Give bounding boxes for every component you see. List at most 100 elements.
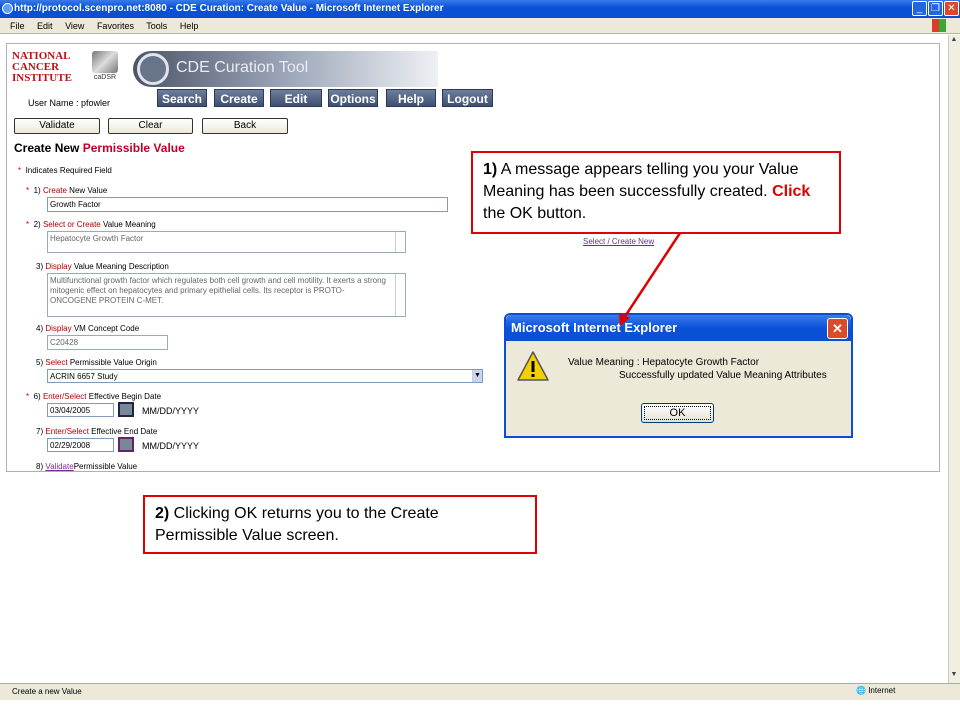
menu-view[interactable]: View [65, 21, 84, 31]
nav-help-button[interactable]: Help [386, 89, 436, 107]
callout-1-text-end: the OK button. [483, 205, 587, 222]
dialog-close-button[interactable]: ✕ [827, 318, 848, 339]
window-title-bar: http://protocol.scenpro.net:8080 - CDE C… [0, 0, 960, 18]
nav-search-button[interactable]: Search [157, 89, 207, 107]
nci-logo-line: INSTITUTE [12, 72, 72, 84]
callout-2-text: Clicking OK returns you to the Create Pe… [155, 505, 439, 544]
menu-edit[interactable]: Edit [37, 21, 53, 31]
field-4-label: 4) Display VM Concept Code [36, 324, 139, 333]
field-1-label-text: New Value [66, 186, 108, 195]
page-title-prefix: Create New [14, 141, 80, 155]
textarea-scrollbar[interactable] [395, 274, 405, 316]
textarea-scrollbar[interactable] [395, 232, 405, 252]
nci-logo: NATIONAL CANCER INSTITUTE [12, 51, 74, 89]
vm-concept-code-input[interactable]: C20428 [47, 335, 168, 350]
callout-1-number: 1) [483, 161, 498, 178]
window-title: http://protocol.scenpro.net:8080 - CDE C… [14, 3, 444, 14]
field-number: 8) [36, 462, 44, 471]
required-marker: * [26, 186, 30, 195]
field-number: 4) [36, 324, 44, 333]
window-close-button[interactable]: ✕ [944, 1, 959, 16]
callout-step-2: 2) Clicking OK returns you to the Create… [143, 495, 537, 554]
field-6-action-link[interactable]: Enter/Select [43, 392, 87, 401]
value-meaning-textarea[interactable]: Hepatocyte Growth Factor [47, 231, 406, 253]
windows-logo-icon [932, 19, 946, 32]
slide-bottom-area [0, 700, 960, 720]
status-bar: Create a new Value [0, 683, 960, 700]
field-1-label: * 1) Create New Value [26, 186, 107, 195]
vm-description-textarea[interactable]: Multifunctional growth factor which regu… [47, 273, 406, 317]
restore-button[interactable]: ❐ [928, 1, 943, 16]
nav-create-button[interactable]: Create [214, 89, 264, 107]
calendar-icon[interactable] [118, 437, 134, 452]
calendar-icon[interactable] [118, 402, 134, 417]
cadsr-cube-icon [92, 51, 118, 73]
ie-icon [2, 3, 13, 14]
cadsr-label: caDSR [93, 74, 117, 81]
warning-icon [517, 351, 549, 381]
zone-label: Internet [868, 686, 896, 695]
field-7-label-text: Effective End Date [88, 427, 158, 436]
field-5-label: 5) Select Permissible Value Origin [36, 358, 157, 367]
field-number: 3) [36, 262, 44, 271]
validate-button[interactable]: Validate [14, 118, 100, 134]
value-meaning-text: Hepatocyte Growth Factor [50, 234, 144, 243]
page-title-highlight: Permissible Value [82, 141, 185, 155]
field-2-action-link[interactable]: Select or Create [43, 220, 101, 229]
vertical-scrollbar[interactable] [948, 35, 960, 683]
field-8-validate-link[interactable]: Validate [45, 462, 73, 471]
field-8-label-text: Permissible Value [73, 462, 138, 471]
menu-favorites[interactable]: Favorites [97, 21, 134, 31]
callout-2-number: 2) [155, 505, 170, 522]
field-2-label: * 2) Select or Create Value Meaning [26, 220, 156, 229]
field-3-label: 3) Display Value Meaning Description [36, 262, 169, 271]
callout-1-text: A message appears telling you your Value… [483, 161, 799, 200]
clear-button[interactable]: Clear [108, 118, 193, 134]
minimize-button[interactable]: _ [912, 1, 927, 16]
field-number: 7) [36, 427, 44, 436]
menu-help[interactable]: Help [180, 21, 199, 31]
field-number: 1) [33, 186, 41, 195]
page-title: Create New Permissible Value [14, 141, 185, 155]
callout-1-click-word: Click [772, 183, 811, 200]
field-5-action-link: Select [45, 358, 68, 367]
required-note-text: Indicates Required Field [25, 166, 112, 175]
required-marker: * [18, 166, 22, 175]
nav-logout-button[interactable]: Logout [442, 89, 493, 107]
pv-origin-select[interactable]: ACRIN 6657 Study ▼ [47, 369, 483, 383]
dialog-message-line-1: Value Meaning : Hepatocyte Growth Factor [568, 357, 760, 368]
nav-options-button[interactable]: Options [328, 89, 378, 107]
field-number: 2) [33, 220, 41, 229]
field-1-action-link[interactable]: Create [43, 186, 67, 195]
menu-file[interactable]: File [10, 21, 25, 31]
menu-bar: File Edit View Favorites Tools Help [0, 18, 960, 34]
user-name: User Name : pfowler [28, 98, 111, 108]
field-2-label-text: Value Meaning [100, 220, 156, 229]
field-number: 5) [36, 358, 44, 367]
new-value-input[interactable]: Growth Factor [47, 197, 448, 212]
back-button[interactable]: Back [202, 118, 288, 134]
field-number: 6) [33, 392, 41, 401]
scroll-down-icon[interactable]: ▼ [949, 671, 959, 681]
pv-origin-selected: ACRIN 6657 Study [50, 372, 118, 381]
chevron-down-icon[interactable]: ▼ [472, 370, 482, 382]
end-date-input[interactable]: 02/29/2008 [47, 438, 114, 452]
nav-edit-button[interactable]: Edit [270, 89, 322, 107]
globe-icon: 🌐 [856, 686, 866, 695]
dialog-ok-button[interactable]: OK [641, 403, 714, 423]
app-title: CDE Curation Tool [176, 59, 309, 76]
begin-date-input[interactable]: 03/04/2005 [47, 403, 114, 417]
field-7-action-link[interactable]: Enter/Select [45, 427, 89, 436]
callout-step-1: 1) A message appears telling you your Va… [471, 151, 841, 234]
security-zone: 🌐 Internet [856, 686, 895, 695]
menu-tools[interactable]: Tools [146, 21, 167, 31]
scroll-up-icon[interactable]: ▲ [949, 36, 959, 46]
field-8-label: 8) ValidatePermissible Value [36, 462, 137, 471]
field-6-label: * 6) Enter/Select Effective Begin Date [26, 392, 161, 401]
vm-description-text: Multifunctional growth factor which regu… [50, 276, 387, 305]
field-7-label: 7) Enter/Select Effective End Date [36, 427, 157, 436]
select-create-new-link[interactable]: Select / Create New [583, 237, 654, 246]
field-6-label-text: Effective Begin Date [86, 392, 162, 401]
status-text: Create a new Value [12, 687, 82, 696]
field-4-action-link: Display [45, 324, 72, 333]
